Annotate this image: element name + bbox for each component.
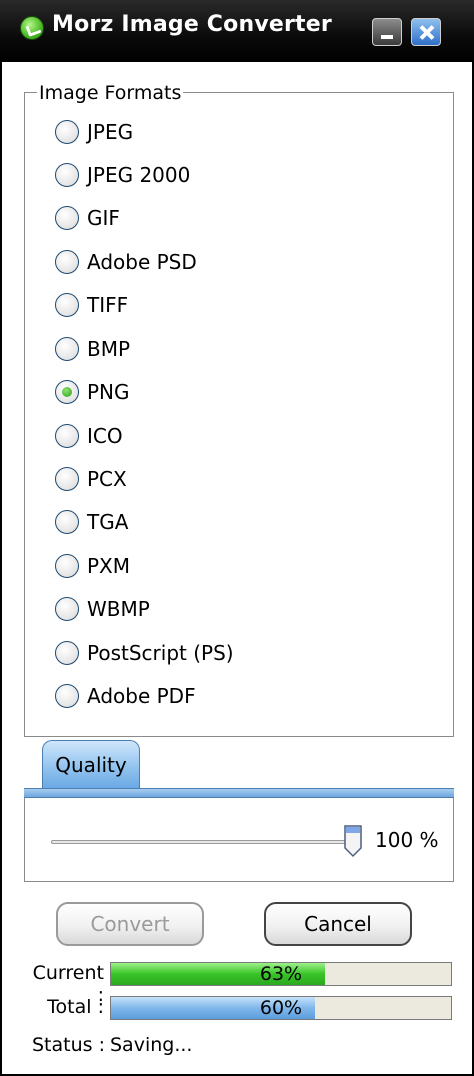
quality-slider-track[interactable] <box>51 840 351 844</box>
format-label: JPEG <box>87 120 134 144</box>
format-label: WBMP <box>87 597 150 621</box>
quality-slider-thumb[interactable] <box>343 824 363 858</box>
title-bar[interactable]: Morz Image Converter <box>0 0 474 62</box>
format-label: PCX <box>87 467 127 491</box>
format-label: PXM <box>87 554 131 578</box>
format-option-bmp[interactable]: BMP <box>55 334 130 364</box>
radio-icon[interactable] <box>55 554 79 578</box>
radio-icon[interactable] <box>55 206 79 230</box>
total-progress-bar: 60% <box>110 996 452 1020</box>
window-title: Morz Image Converter <box>52 12 332 37</box>
quality-panel: 100 % <box>24 798 454 882</box>
format-label: PNG <box>87 380 130 404</box>
radio-icon[interactable] <box>55 510 79 534</box>
format-option-png[interactable]: PNG <box>55 377 130 407</box>
radio-icon[interactable] <box>55 250 79 274</box>
radio-icon[interactable] <box>55 684 79 708</box>
image-formats-legend: Image Formats <box>37 82 184 104</box>
format-label: TIFF <box>87 293 129 317</box>
radio-icon[interactable] <box>55 337 79 361</box>
format-option-jpeg-2000[interactable]: JPEG 2000 <box>55 160 190 190</box>
format-label: Adobe PDF <box>87 684 196 708</box>
format-option-pcx[interactable]: PCX <box>55 464 127 494</box>
format-option-tga[interactable]: TGA <box>55 507 128 537</box>
format-option-adobe-pdf[interactable]: Adobe PDF <box>55 681 196 711</box>
format-option-adobe-psd[interactable]: Adobe PSD <box>55 247 197 277</box>
radio-icon[interactable] <box>55 293 79 317</box>
radio-icon[interactable] <box>55 424 79 448</box>
radio-checked-icon[interactable] <box>55 380 79 404</box>
total-progress-text: 60% <box>259 997 303 1019</box>
tab-strip <box>24 788 454 798</box>
format-option-ico[interactable]: ICO <box>55 421 123 451</box>
format-option-jpeg[interactable]: JPEG <box>55 117 133 147</box>
radio-icon[interactable] <box>55 597 79 621</box>
format-label: Adobe PSD <box>87 250 197 274</box>
format-label: TGA <box>87 510 129 534</box>
cancel-button[interactable]: Cancel <box>264 902 412 946</box>
radio-icon[interactable] <box>55 120 79 144</box>
current-progress-text: 63% <box>259 963 303 985</box>
quality-value: 100 % <box>375 828 439 852</box>
minimize-button[interactable] <box>372 18 402 46</box>
radio-icon[interactable] <box>55 641 79 665</box>
tab-quality[interactable]: Quality <box>42 740 140 788</box>
current-progress-bar: 63% <box>110 962 452 986</box>
status-value: Saving... <box>110 1034 193 1056</box>
status-label: Status : <box>32 1034 105 1056</box>
close-button[interactable] <box>411 18 441 46</box>
image-formats-group: Image Formats JPEG JPEG 2000 GIF Adobe P… <box>24 82 454 737</box>
format-label: GIF <box>87 206 120 230</box>
radio-icon[interactable] <box>55 467 79 491</box>
format-label: PostScript (PS) <box>87 641 234 665</box>
format-label: JPEG 2000 <box>87 163 191 187</box>
format-label: BMP <box>87 337 131 361</box>
format-option-gif[interactable]: GIF <box>55 203 120 233</box>
format-option-postscript[interactable]: PostScript (PS) <box>55 638 234 668</box>
window-client: Image Formats JPEG JPEG 2000 GIF Adobe P… <box>2 62 472 1074</box>
format-label: ICO <box>87 424 123 448</box>
format-option-tiff[interactable]: TIFF <box>55 290 128 320</box>
app-logo-icon <box>20 16 44 40</box>
radio-icon[interactable] <box>55 163 79 187</box>
format-option-wbmp[interactable]: WBMP <box>55 594 150 624</box>
total-label: Total : <box>47 996 104 1018</box>
convert-button[interactable]: Convert <box>56 902 204 946</box>
format-option-pxm[interactable]: PXM <box>55 551 130 581</box>
